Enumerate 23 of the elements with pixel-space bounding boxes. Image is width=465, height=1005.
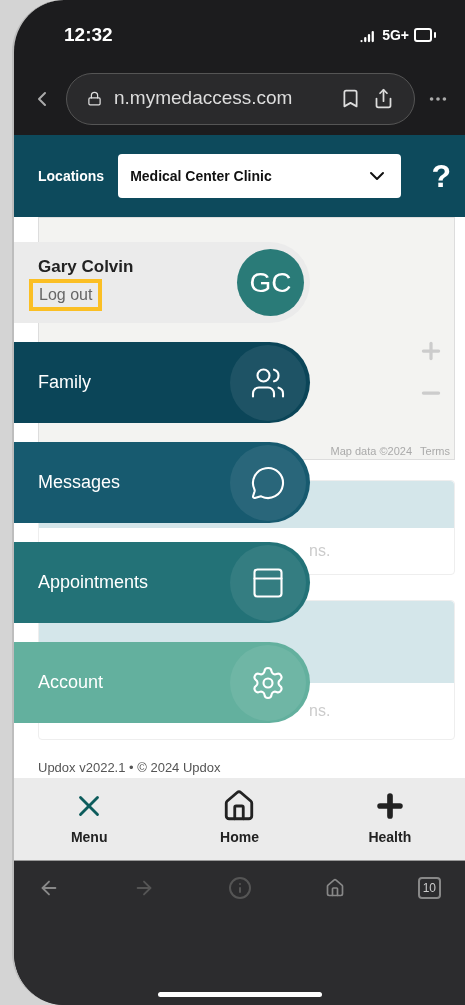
locations-label: Locations [38,166,105,186]
network-label: 5G+ [382,25,409,45]
url-text: n.mymedaccess.com [114,86,294,111]
menu-item[interactable]: Family [14,342,310,423]
user-name: Gary Colvin [38,255,134,278]
logout-link[interactable]: Log out [29,279,103,312]
share-icon[interactable] [373,88,394,109]
nav-tab[interactable]: Menu [44,789,135,848]
home-icon[interactable] [324,878,345,898]
lock-icon [87,91,102,106]
tab-count-button[interactable]: 10 [417,877,441,899]
nav-tab[interactable]: Health [344,789,435,848]
map-attribution: Map data ©2024 [330,443,413,459]
status-time: 12:32 [64,22,113,47]
help-button[interactable]: ? [431,152,455,200]
location-select[interactable]: Medical Center Clinic [118,154,402,198]
address-bar[interactable]: n.mymedaccess.com [66,72,415,125]
footer-text: Updox v2022.1 • © 2024 Updox [38,759,222,777]
menu-item[interactable]: Appointments [14,542,310,623]
menu-item[interactable]: Messages [14,442,310,523]
gear-icon [250,664,286,701]
nav-tab[interactable]: Home [194,789,285,848]
speech-bubble-icon [250,464,286,501]
